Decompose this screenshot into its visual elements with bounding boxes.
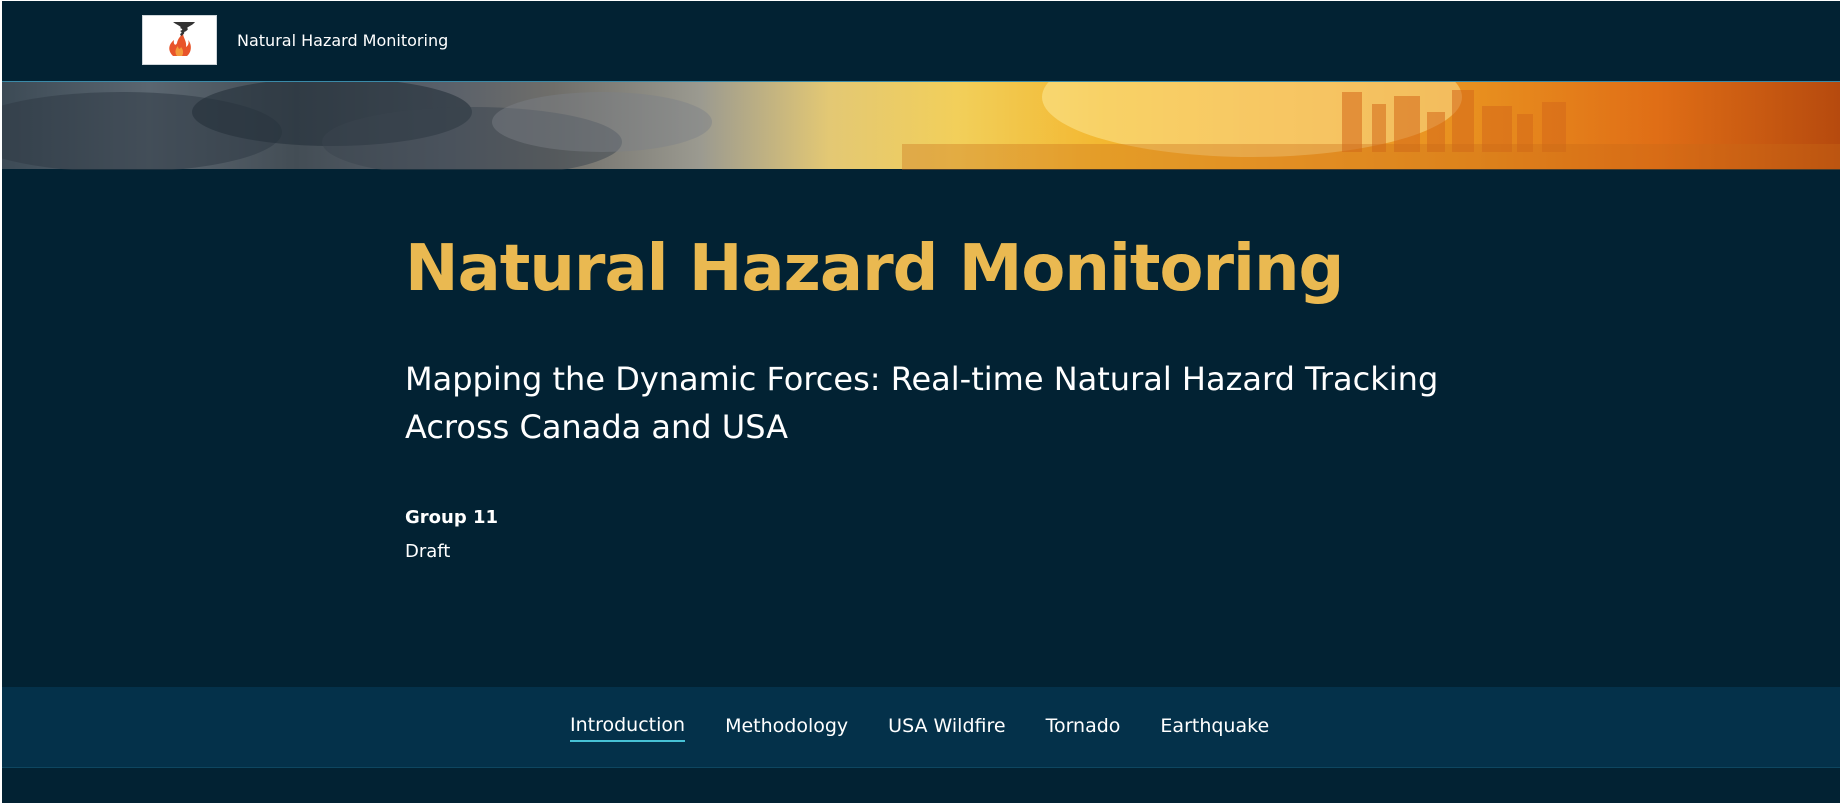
nav-item-methodology[interactable]: Methodology bbox=[725, 713, 848, 741]
section-navigation: Introduction Methodology USA Wildfire To… bbox=[2, 687, 1840, 768]
nav-item-tornado[interactable]: Tornado bbox=[1046, 713, 1121, 741]
section-nav-list: Introduction Methodology USA Wildfire To… bbox=[570, 687, 1309, 767]
page-body-start bbox=[2, 768, 1840, 803]
document-status: Draft bbox=[405, 541, 451, 562]
nav-item-introduction[interactable]: Introduction bbox=[570, 712, 686, 742]
nav-item-earthquake[interactable]: Earthquake bbox=[1160, 713, 1269, 741]
banner-scenery bbox=[2, 82, 1840, 170]
tornado-fire-logo-icon bbox=[169, 22, 195, 56]
hero-banner-image bbox=[2, 81, 1840, 170]
top-navbar: Natural Hazard Monitoring bbox=[2, 1, 1840, 81]
nav-item-usa-wildfire[interactable]: USA Wildfire bbox=[888, 713, 1005, 741]
page-frame: Natural Hazard Monitoring Natural Hazard… bbox=[2, 1, 1840, 803]
author-name: Group 11 bbox=[405, 507, 499, 528]
page-title: Natural Hazard Monitoring bbox=[405, 232, 1344, 306]
site-title[interactable]: Natural Hazard Monitoring bbox=[237, 31, 448, 51]
site-logo[interactable] bbox=[142, 15, 217, 65]
page-subtitle: Mapping the Dynamic Forces: Real-time Na… bbox=[405, 360, 1439, 446]
